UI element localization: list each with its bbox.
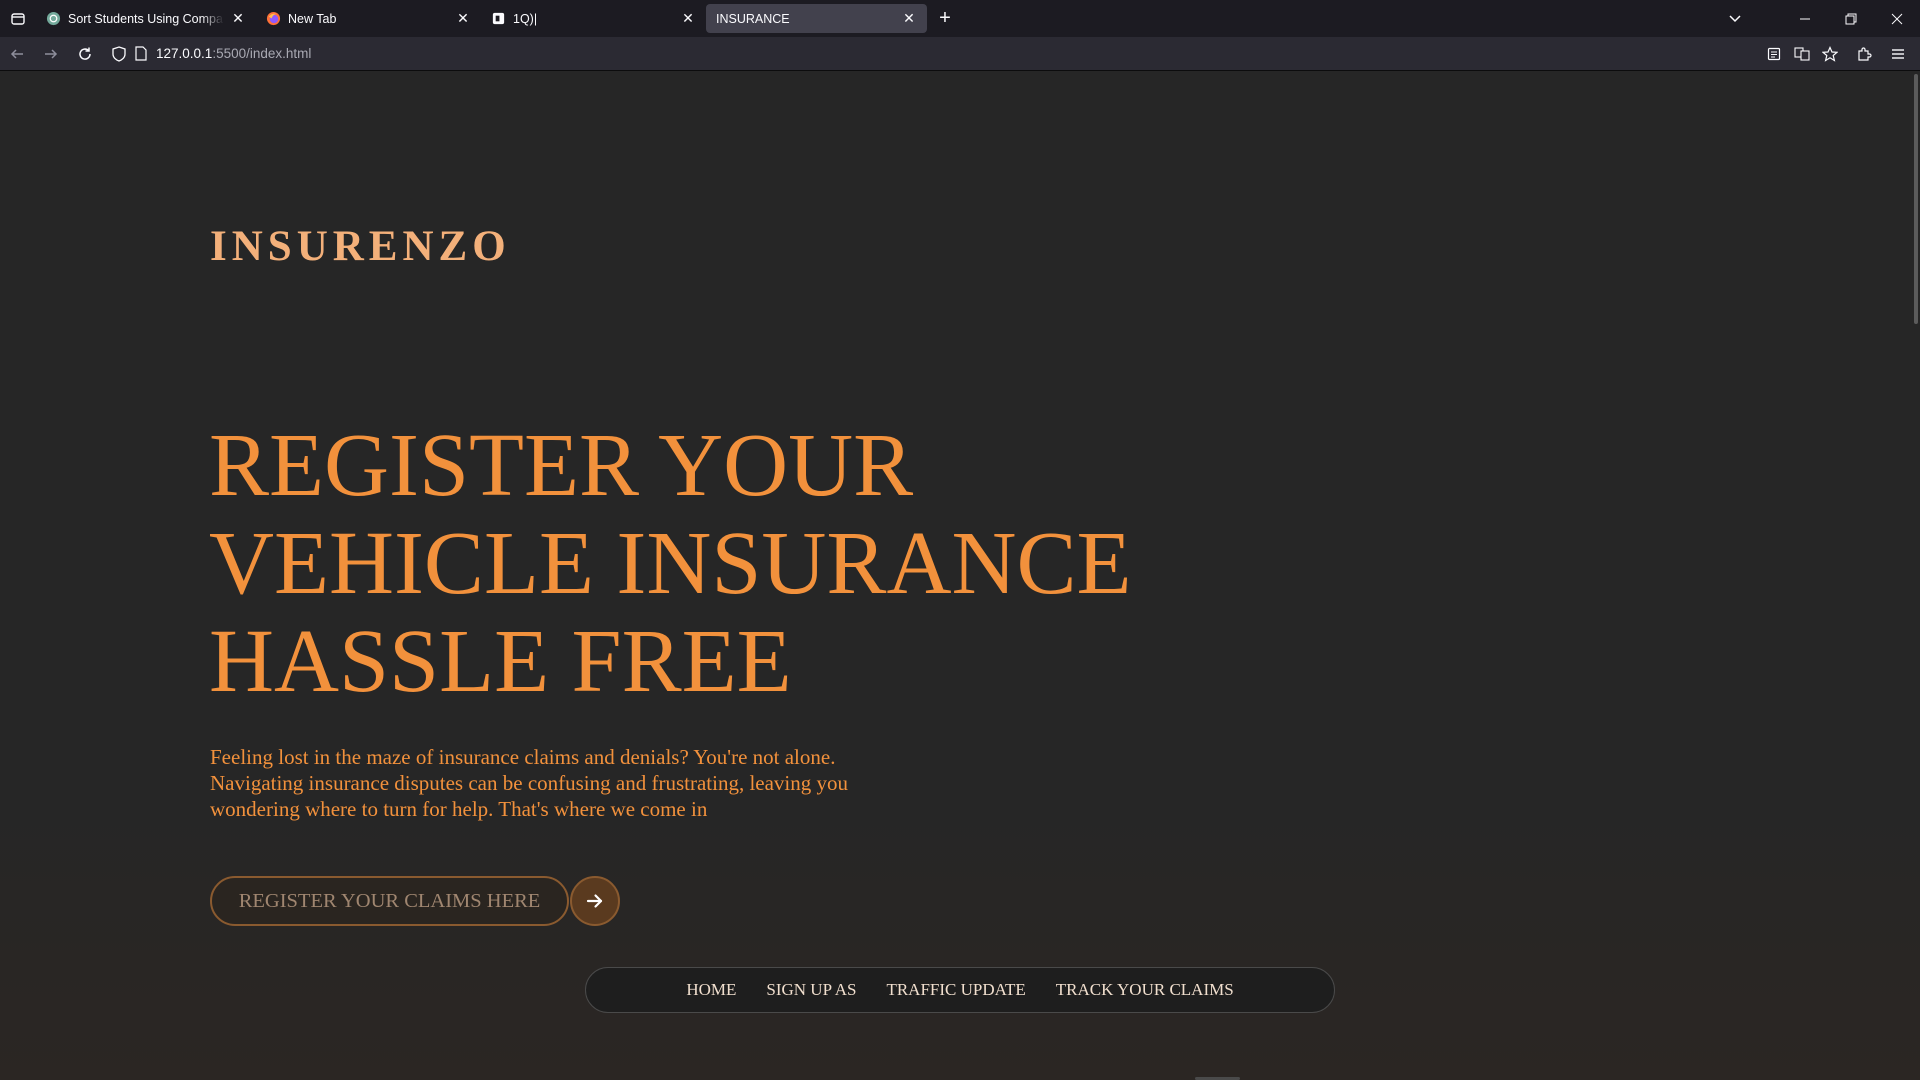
close-icon[interactable]: ✕ [680,10,696,27]
translate-icon [1794,46,1810,61]
brand-logo[interactable]: INSURENZO [210,222,511,271]
window-controls [1712,0,1920,37]
reload-icon [79,47,91,60]
tab-new-tab[interactable]: New Tab ✕ [256,4,481,33]
hamburger-menu-icon [1892,48,1904,59]
browser-nav-bar: 127.0.0.1:5500/index.html [0,37,1920,71]
reader-view-icon [1767,47,1781,60]
forward-button[interactable] [34,39,68,69]
url-host: 127.0.0.1 [156,46,213,61]
restore-button[interactable] [1828,0,1874,37]
nav-link-track-your-claims[interactable]: TRACK YOUR CLAIMS [1056,980,1234,1000]
url-path: :5500/index.html [212,46,312,61]
nav-link-traffic-update[interactable]: TRAFFIC UPDATE [886,980,1025,1000]
cta-row: REGISTER YOUR CLAIMS HERE [210,876,620,926]
close-icon[interactable]: ✕ [230,10,246,27]
tab-title: New Tab [288,11,337,26]
chatgpt-icon [46,11,61,26]
arrow-right-icon [45,48,58,59]
hero-title-line: REGISTER YOUR [209,416,914,515]
nav-link-home[interactable]: HOME [686,980,736,1000]
reader-view-button[interactable] [1760,40,1788,68]
close-icon[interactable]: ✕ [455,10,471,27]
chevron-down-icon [1729,14,1741,22]
tab-title: Sort Students Using Comparato [68,11,224,26]
tab-list-icon [11,12,25,25]
list-all-tabs-button[interactable] [1712,0,1758,37]
tab-sort-students[interactable]: Sort Students Using Comparato ✕ [36,4,256,33]
url-bar[interactable]: 127.0.0.1:5500/index.html [102,40,1754,68]
tab-insurance[interactable]: INSURANCE ✕ [706,4,927,33]
menu-button[interactable] [1884,40,1912,68]
register-claims-button[interactable]: REGISTER YOUR CLAIMS HERE [210,876,569,926]
reload-button[interactable] [68,39,102,69]
scrollbar-thumb[interactable] [1914,74,1918,324]
hero-title-line: HASSLE FREE [209,612,792,711]
hero-title-line: VEHICLE INSURANCE [209,514,1132,613]
puzzle-icon [1858,46,1872,61]
main-nav: HOME SIGN UP AS TRAFFIC UPDATE TRACK YOU… [585,967,1335,1013]
nav-link-sign-up-as[interactable]: SIGN UP AS [766,980,856,1000]
arrow-left-icon [10,48,23,59]
restore-icon [1845,13,1857,24]
tab-title: 1Q)| [513,11,538,26]
firefox-icon [266,11,281,26]
url-text: 127.0.0.1:5500/index.html [156,46,311,61]
back-button[interactable] [0,39,34,69]
star-icon [1822,45,1838,62]
register-claims-arrow-button[interactable] [570,876,620,926]
page-icon[interactable] [130,43,152,65]
close-icon[interactable]: ✕ [901,10,917,27]
toolbar-right [1760,37,1920,71]
shield-icon[interactable] [108,43,130,65]
page-content: INSURENZO REGISTER YOUR VEHICLE INSURANC… [0,72,1920,1080]
page-scrollbar[interactable] [1910,72,1920,1080]
replit-icon [491,11,506,26]
extensions-button[interactable] [1850,40,1878,68]
hero-description: Feeling lost in the maze of insurance cl… [210,745,848,821]
minimize-button[interactable] [1782,0,1828,37]
arrow-right-icon [586,894,603,908]
window-close-button[interactable] [1874,0,1920,37]
bookmark-button[interactable] [1816,40,1844,68]
tab-list-button[interactable] [0,0,36,37]
hero-title: REGISTER YOUR VEHICLE INSURANCE HASSLE F… [209,417,1209,711]
tab-title: INSURANCE [716,11,790,26]
close-icon [1891,13,1903,24]
translate-button[interactable] [1788,40,1816,68]
minimize-icon [1800,18,1810,19]
new-tab-button[interactable]: + [931,5,959,33]
browser-tab-bar: Sort Students Using Comparato ✕ New Tab … [0,0,1920,37]
tab-replit[interactable]: 1Q)| ✕ [481,4,706,33]
plus-icon: + [939,7,951,29]
